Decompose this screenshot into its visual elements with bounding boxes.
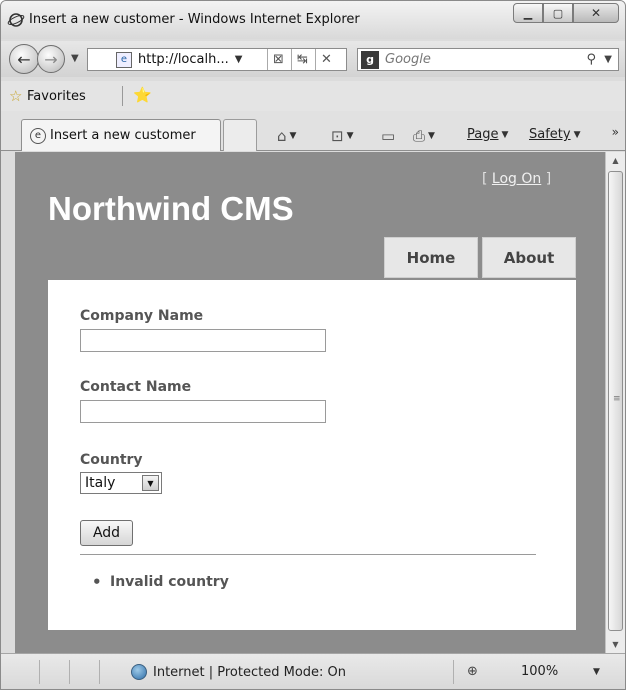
status-divider: [39, 660, 40, 684]
country-select[interactable]: Italy ▼: [80, 472, 162, 494]
vertical-scrollbar[interactable]: ▲ ≡ ▼: [605, 152, 625, 653]
divider: [122, 86, 123, 106]
chevron-down-icon: ▼: [573, 129, 581, 140]
contact-name-input[interactable]: [80, 400, 326, 423]
favorites-bar: ☆ Favorites ⭐: [1, 81, 625, 111]
add-favorite-icon[interactable]: ⭐: [133, 86, 152, 104]
chevron-down-icon: ▼: [289, 131, 297, 141]
search-provider-icon: g: [361, 50, 379, 69]
print-icon: ⎙: [413, 127, 426, 145]
safety-menu[interactable]: Safety ▼: [529, 127, 581, 142]
new-tab-button[interactable]: [223, 119, 257, 151]
page-menu-label: Page: [467, 127, 499, 142]
home-button[interactable]: ⌂ ▼: [277, 127, 296, 145]
close-button[interactable]: ✕: [573, 3, 619, 23]
feeds-icon: ⊡: [331, 127, 344, 145]
menu-home[interactable]: Home: [384, 237, 478, 278]
add-button[interactable]: Add: [80, 520, 133, 546]
scroll-down-icon[interactable]: ▼: [606, 636, 625, 653]
contact-name-label: Contact Name: [80, 379, 192, 395]
window-controls: ▁ ▢ ✕: [513, 3, 619, 23]
address-toolbar: ← → ▼ e http://localh... ▼ ⊠ ↹ ✕ g Googl…: [1, 41, 625, 77]
feeds-button[interactable]: ⊡ ▼: [331, 127, 354, 145]
back-button[interactable]: ←: [9, 44, 39, 74]
print-button[interactable]: ⎙ ▼: [413, 127, 435, 145]
mail-button[interactable]: ▭: [381, 127, 395, 145]
zoom-level[interactable]: 100%: [521, 664, 558, 679]
main-content: Company Name Contact Name Country Italy …: [48, 280, 576, 630]
chevron-down-icon: ▼: [428, 131, 435, 141]
home-icon: ⌂: [277, 127, 287, 145]
logon-bracket-open: [: [482, 171, 492, 187]
search-placeholder: Google: [385, 52, 431, 67]
scroll-thumb[interactable]: ≡: [608, 171, 623, 631]
chevron-down-icon[interactable]: ▼: [142, 475, 159, 491]
page-icon: e: [116, 51, 132, 68]
status-divider: [453, 660, 454, 684]
title-bar: Insert a new customer - Windows Internet…: [1, 1, 625, 39]
ie-logo-icon: [7, 13, 25, 27]
stop-icon[interactable]: ✕: [315, 49, 337, 70]
tab-insert-customer[interactable]: e Insert a new customer: [21, 119, 221, 151]
history-dropdown-icon[interactable]: ▼: [71, 53, 79, 64]
site-title: Northwind CMS: [48, 190, 294, 227]
favorites-button[interactable]: Favorites: [27, 89, 86, 104]
country-selected-value: Italy: [85, 475, 116, 491]
favorites-star-icon[interactable]: ☆: [9, 87, 22, 105]
safety-menu-label: Safety: [529, 127, 571, 142]
security-zone[interactable]: Internet | Protected Mode: On: [131, 664, 346, 680]
grip-icon: ≡: [613, 394, 621, 404]
browser-window: Insert a new customer - Windows Internet…: [0, 0, 626, 690]
company-name-label: Company Name: [80, 308, 204, 324]
refresh-icon[interactable]: ↹: [291, 49, 313, 70]
tab-bar: e Insert a new customer ⌂ ▼ ⊡ ▼ ▭ ⎙ ▼ Page ▼…: [1, 111, 625, 151]
status-divider: [69, 660, 70, 684]
security-zone-label: Internet | Protected Mode: On: [153, 664, 347, 680]
country-label: Country: [80, 452, 143, 468]
logon-area: [ Log On ]: [482, 171, 551, 187]
status-bar: Internet | Protected Mode: On ⊕ 100% ▼: [1, 653, 625, 689]
address-dropdown-icon[interactable]: ▼: [235, 54, 243, 65]
page-viewport: [ Log On ] Northwind CMS Home About Comp…: [15, 152, 605, 653]
validation-errors: Invalid country: [92, 573, 229, 591]
error-item: Invalid country: [92, 573, 229, 591]
compatibility-view-icon[interactable]: ⊠: [267, 49, 289, 70]
logon-bracket-close: ]: [541, 171, 552, 187]
scroll-up-icon[interactable]: ▲: [606, 152, 625, 169]
minimize-button[interactable]: ▁: [513, 3, 543, 23]
search-icon[interactable]: ⚲: [586, 52, 596, 67]
zoom-icon[interactable]: ⊕: [467, 664, 478, 679]
menu-about[interactable]: About: [482, 237, 576, 278]
page-menu[interactable]: Page ▼: [467, 127, 508, 142]
search-dropdown-icon[interactable]: ▼: [604, 54, 612, 65]
globe-icon: [131, 664, 147, 680]
status-divider: [99, 660, 100, 684]
chevron-down-icon: ▼: [346, 131, 354, 141]
chevron-down-icon: ▼: [501, 129, 509, 140]
forward-arrow-icon: →: [44, 49, 58, 69]
back-arrow-icon: ←: [17, 49, 31, 69]
search-box[interactable]: g Google ⚲ ▼: [357, 48, 619, 71]
more-commands-icon[interactable]: »: [612, 125, 619, 139]
ie-logo-icon: e: [30, 127, 46, 144]
tab-label: Insert a new customer: [50, 128, 196, 143]
address-text: http://localh...: [138, 52, 229, 67]
divider: [80, 554, 536, 555]
window-title: Insert a new customer - Windows Internet…: [29, 12, 360, 27]
mail-icon: ▭: [381, 127, 396, 145]
maximize-button[interactable]: ▢: [543, 3, 573, 23]
zoom-dropdown-icon[interactable]: ▼: [593, 667, 600, 677]
company-name-input[interactable]: [80, 329, 326, 352]
forward-button[interactable]: →: [37, 45, 65, 73]
logon-link[interactable]: Log On: [492, 171, 541, 187]
